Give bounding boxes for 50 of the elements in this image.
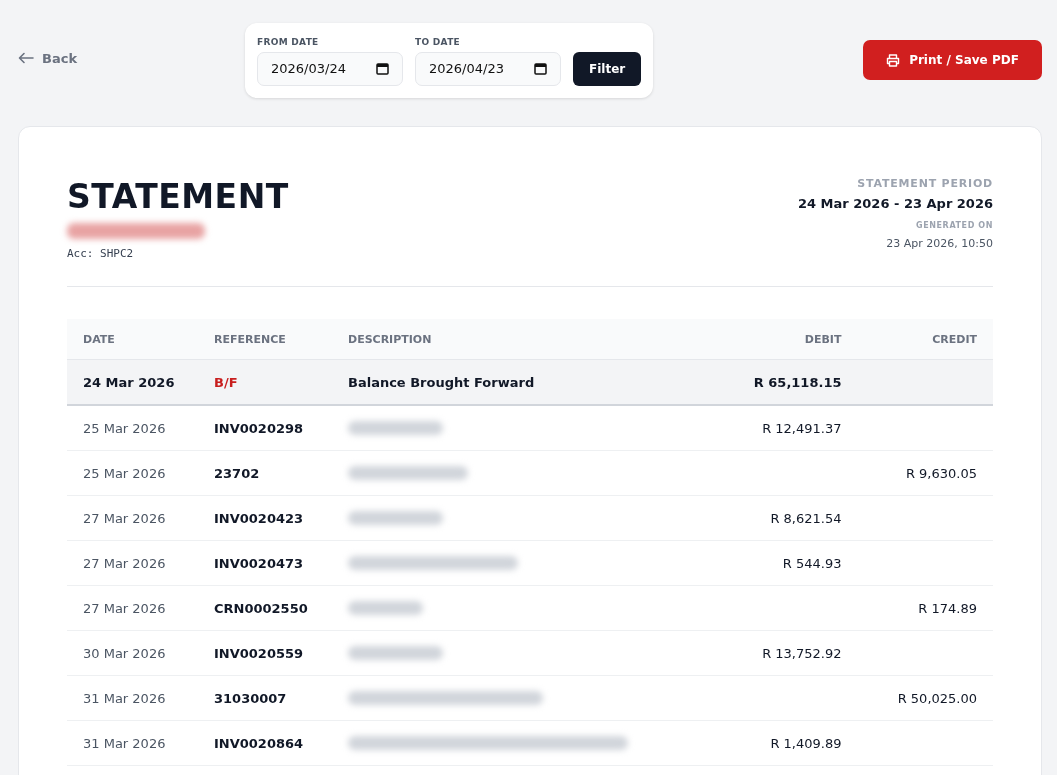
- table-cell: 31 Mar 2026: [67, 675, 198, 721]
- column-header: DEBIT: [711, 319, 858, 360]
- period-label: STATEMENT PERIOD: [857, 177, 993, 190]
- column-header: DESCRIPTION: [332, 319, 712, 360]
- table-cell: INV0020559: [198, 630, 332, 676]
- table-cell: 27 Mar 2026: [67, 540, 198, 586]
- table-cell: INV0020298: [198, 405, 332, 451]
- printer-icon: [886, 53, 901, 67]
- column-header: DATE: [67, 319, 198, 360]
- table-cell: CRN0002550: [198, 585, 332, 631]
- table-cell: R 174.89: [918, 600, 977, 616]
- table-cell: INV0020864: [198, 720, 332, 766]
- table-cell: 25 Mar 2026: [67, 405, 198, 451]
- table-cell: 30 Mar 2026: [67, 630, 198, 676]
- table-cell: R 50,025.00: [897, 690, 977, 706]
- table-cell: R 1,409.89: [770, 735, 842, 751]
- table-cell: INV0020423: [198, 495, 332, 541]
- table-cell: R 544.93: [782, 555, 842, 571]
- table-cell: 31030007: [198, 675, 332, 721]
- field-label: TO DATE: [415, 36, 462, 47]
- table-cell: 24 Mar 2026: [67, 359, 198, 405]
- table-cell: B/F: [198, 359, 332, 405]
- back-arrow-icon: [18, 52, 34, 64]
- table-cell: R 13,752.92: [762, 645, 842, 661]
- table-cell: R 8,621.54: [770, 510, 842, 526]
- date-field[interactable]: 2026/04/23: [415, 51, 561, 86]
- back-link[interactable]: Back: [18, 50, 245, 66]
- table-cell: 27 Mar 2026: [67, 495, 198, 541]
- table-cell: 27 Mar 2026: [67, 585, 198, 631]
- table-cell: R 12,491.37: [762, 420, 842, 436]
- table-cell: 23702: [198, 450, 332, 496]
- column-header: CREDIT: [857, 319, 993, 360]
- generated-value: 23 Apr 2026, 10:50: [886, 237, 993, 250]
- print-button[interactable]: Print / Save PDF: [863, 40, 1042, 80]
- table-cell: R 65,118.15: [711, 359, 858, 405]
- table-cell: 31 Mar 2026: [67, 720, 198, 766]
- table-cell: INV0020473: [198, 540, 332, 586]
- calendar-icon: [376, 62, 389, 75]
- field-label: FROM DATE: [257, 36, 320, 47]
- date-field[interactable]: 2026/03/24: [257, 51, 403, 86]
- table-cell: Balance Brought Forward: [332, 359, 712, 405]
- statement-title: STATEMENT: [67, 177, 289, 217]
- table-cell: 25 Mar 2026: [67, 450, 198, 496]
- generated-label: GENERATED ON: [916, 221, 993, 230]
- table-cell: R 9,630.05: [905, 465, 977, 481]
- period-value: 24 Mar 2026 - 23 Apr 2026: [798, 196, 993, 211]
- calendar-icon: [534, 62, 547, 75]
- filter-button[interactable]: Filter: [573, 51, 642, 86]
- column-header: REFERENCE: [198, 319, 332, 360]
- account-code: Acc: SHPC2: [67, 247, 135, 260]
